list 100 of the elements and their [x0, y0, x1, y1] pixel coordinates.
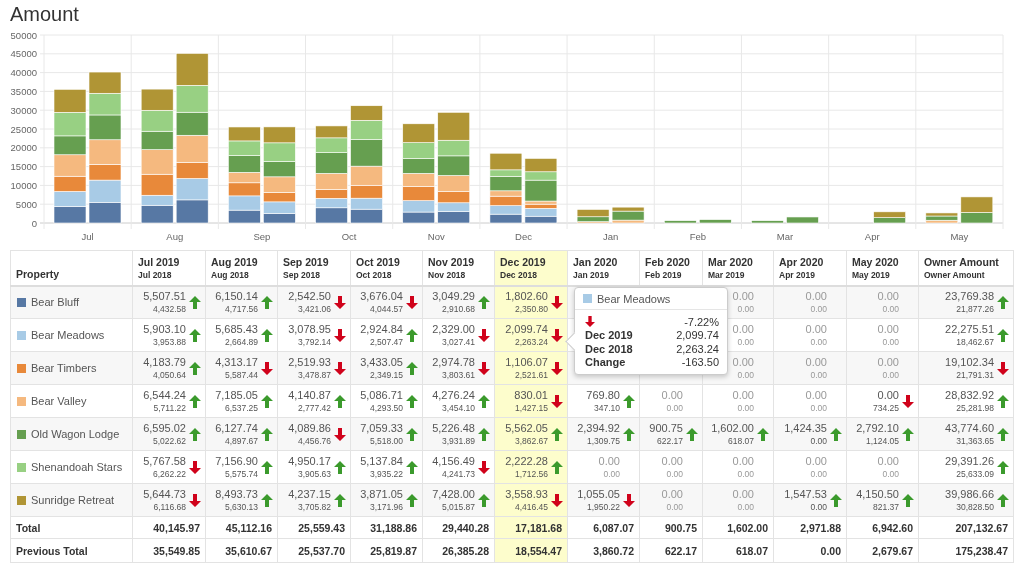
up-arrow-icon: [997, 493, 1009, 507]
up-arrow-icon: [551, 427, 563, 441]
axis-label: Jul: [81, 231, 94, 242]
previous-amount: 821.37: [873, 501, 899, 513]
column-header[interactable]: Aug 2019 Aug 2018: [205, 250, 278, 286]
down-arrow-icon: [551, 493, 563, 507]
total-value: 6,942.60: [872, 521, 913, 534]
up-arrow-icon: [686, 427, 698, 441]
up-arrow-icon: [478, 295, 490, 309]
column-header[interactable]: Feb 2020 Feb 2019: [639, 250, 703, 286]
amount-value: 0.00: [732, 355, 754, 369]
column-header[interactable]: Jul 2019 Jul 2018: [132, 250, 206, 286]
up-arrow-icon: [478, 427, 490, 441]
previous-amount: 0.00: [882, 303, 899, 316]
column-header[interactable]: Oct 2019 Oct 2018: [350, 250, 423, 286]
amount-value: 830.01: [514, 388, 548, 402]
bar: [751, 220, 784, 224]
amount-value: 1,547.53: [784, 487, 827, 501]
column-header[interactable]: Owner Amount Owner Amount: [918, 250, 1014, 286]
amount-value: 0.00: [661, 454, 683, 468]
tooltip-label: Dec 2018: [585, 342, 633, 355]
property-name: Sunridge Retreat: [31, 494, 115, 506]
bar: [350, 165, 383, 186]
bar: [88, 71, 122, 94]
axis-label: Sep: [253, 231, 271, 242]
column-header[interactable]: Jan 2020 Jan 2019: [567, 250, 640, 286]
amount-value: 3,558.93: [505, 487, 548, 501]
total-value: 3,860.72: [593, 544, 634, 557]
up-arrow-icon: [261, 394, 273, 408]
previous-amount: 0.00: [810, 369, 827, 381]
amount-value: 5,903.10: [143, 322, 186, 336]
bar: [140, 109, 174, 132]
column-header[interactable]: Mar 2020 Mar 2019: [702, 250, 774, 286]
down-arrow-icon: [478, 361, 490, 375]
up-arrow-icon: [261, 460, 273, 474]
previous-amount: 3,171.96: [369, 501, 403, 513]
column-header[interactable]: Apr 2020 Apr 2019: [773, 250, 847, 286]
up-arrow-icon: [189, 394, 201, 408]
bar: [350, 197, 383, 210]
previous-amount: 0.00: [810, 501, 827, 513]
up-arrow-icon: [997, 328, 1009, 342]
up-arrow-icon: [406, 493, 418, 507]
amount-value: 0.00: [805, 454, 827, 468]
previous-amount: 0.00: [737, 336, 754, 348]
axis-label: Mar: [776, 231, 794, 242]
bar: [350, 139, 383, 167]
amount-value: 4,150.50: [856, 487, 899, 501]
total-value: 207,132.67: [955, 521, 1008, 534]
previous-amount: 0.00: [810, 402, 827, 414]
change-percent: -7.22%: [684, 315, 719, 328]
bar: [350, 120, 383, 140]
axis-label: 35000: [10, 85, 37, 97]
previous-amount: 3,803.61: [441, 369, 475, 381]
up-arrow-icon: [406, 394, 418, 408]
previous-amount: 5,518.00: [369, 435, 403, 447]
total-value: 40,145.97: [153, 521, 200, 534]
previous-amount: 3,478.87: [297, 369, 331, 381]
bar: [88, 202, 122, 224]
total-label: Total: [16, 521, 41, 534]
down-arrow-icon: [334, 328, 346, 342]
column-header[interactable]: Dec 2019 Dec 2018: [494, 250, 568, 286]
property-name: Bear Bluff: [31, 296, 80, 309]
bar: [350, 105, 383, 121]
down-arrow-icon: [551, 394, 563, 408]
previous-amount: 3,454.10: [441, 402, 475, 414]
previous-amount: 6,537.25: [224, 402, 258, 414]
property-name: Old Wagon Lodge: [31, 428, 120, 440]
up-arrow-icon: [189, 361, 201, 375]
previous-amount: 0.00: [737, 369, 754, 381]
previous-amount: 0.00: [603, 468, 620, 480]
previous-amount: 0.00: [666, 402, 683, 414]
column-header[interactable]: Sep 2019 Sep 2018: [277, 250, 351, 286]
amount-value: 2,924.84: [360, 322, 403, 336]
up-arrow-icon: [997, 394, 1009, 408]
previous-amount: 0.00: [882, 336, 899, 348]
down-arrow-icon: [551, 361, 563, 375]
previous-amount: 734.25: [873, 402, 899, 414]
down-arrow-icon: [189, 460, 201, 474]
axis-label: 20000: [10, 142, 37, 154]
axis-label: 30000: [10, 104, 37, 116]
previous-amount: 21,877.26: [956, 303, 994, 316]
total-value: 1,602.00: [727, 521, 768, 534]
tooltip-value: 2,099.74: [676, 329, 719, 342]
bar: [53, 112, 87, 137]
total-value: 622.17: [664, 544, 697, 557]
amount-value: 5,685.43: [215, 322, 258, 336]
bar: [437, 191, 471, 204]
bar: [524, 215, 558, 224]
amount-value: 7,428.00: [432, 487, 475, 501]
total-value: 29,440.28: [442, 521, 489, 534]
previous-amount: 0.00: [737, 501, 754, 513]
total-value: 900.75: [664, 521, 697, 534]
amount-value: 2,792.10: [856, 421, 899, 435]
amount-value: 4,156.49: [432, 454, 475, 468]
column-header[interactable]: May 2020 May 2019: [846, 250, 919, 286]
bar: [786, 216, 819, 224]
previous-amount: 5,630.13: [224, 501, 258, 513]
tooltip-label: Change: [585, 356, 626, 369]
bar: [88, 114, 122, 141]
down-arrow-icon: [189, 493, 201, 507]
